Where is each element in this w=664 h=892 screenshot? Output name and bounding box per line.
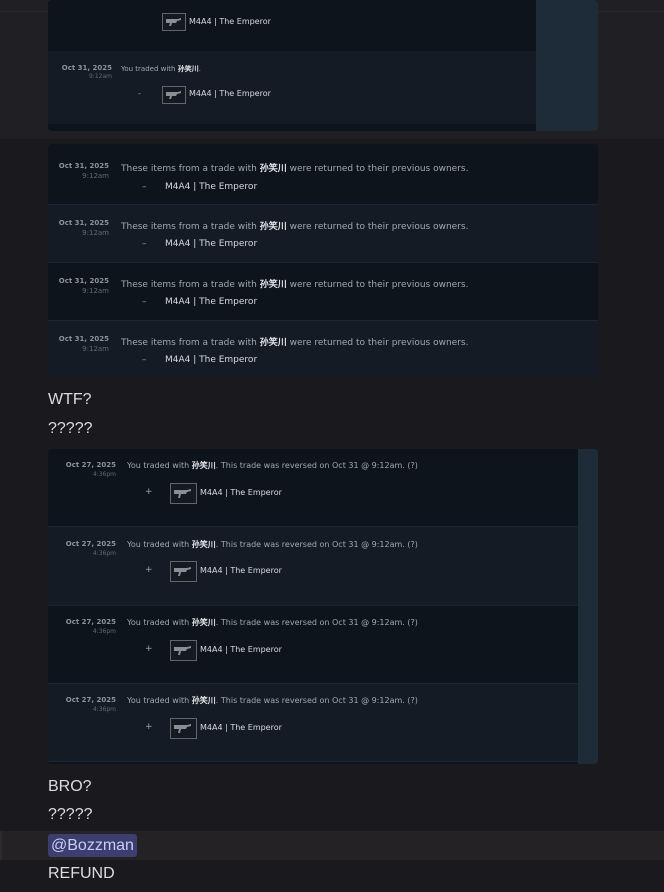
trade-time: 4:36pm <box>92 706 116 713</box>
chat-message: ????? <box>48 420 93 437</box>
chat-message: ????? <box>48 806 93 823</box>
user-mention[interactable]: @Bozzman <box>48 834 137 857</box>
trade-partner-name[interactable]: 孙笑川 <box>192 461 216 470</box>
chat-message: WTF? <box>48 391 92 408</box>
item-name[interactable]: M4A4 | The Emperor <box>200 566 282 575</box>
scrollbar-track[interactable] <box>578 449 598 764</box>
trade-sign: – <box>142 355 147 365</box>
item-name[interactable]: M4A4 | The Emperor <box>189 89 271 98</box>
trade-row: Oct 31, 2025 9:12am You traded with 孙笑川.… <box>48 51 536 125</box>
trade-sign: + <box>145 487 153 497</box>
trade-row: Oct 31, 2025 9:12am These items from a t… <box>48 147 598 205</box>
trade-sign: – <box>142 182 147 192</box>
trade-description: These items from a trade with 孙笑川 were r… <box>121 338 469 348</box>
mention-highlight-bar <box>0 831 2 860</box>
item-name[interactable]: M4A4 | The Emperor <box>165 239 257 249</box>
chat-message: REFUND <box>48 865 115 882</box>
trade-time: 9:12am <box>82 287 109 295</box>
trade-partner-name[interactable]: 孙笑川 <box>192 696 216 705</box>
item-name[interactable]: M4A4 | The Emperor <box>165 297 257 307</box>
rifle-thumbnail-icon <box>170 483 197 504</box>
trade-date: Oct 31, 2025 <box>61 64 112 72</box>
item-name[interactable]: M4A4 | The Emperor <box>189 17 271 26</box>
trade-date: Oct 31, 2025 <box>58 277 109 285</box>
trade-date: Oct 31, 2025 <box>58 162 109 170</box>
trade-row: Oct 31, 2025 9:12am These items from a t… <box>48 205 598 263</box>
trade-time: 4:36pm <box>92 628 116 635</box>
trade-sign: + <box>145 722 153 732</box>
trade-time: 4:36pm <box>92 550 116 557</box>
trade-history-screenshot-2: Oct 31, 2025 9:12am These items from a t… <box>48 144 598 378</box>
trade-date: Oct 27, 2025 <box>65 618 116 626</box>
trade-date: Oct 27, 2025 <box>65 696 116 704</box>
trade-time: 4:36pm <box>92 471 116 478</box>
item-name[interactable]: M4A4 | The Emperor <box>200 645 282 654</box>
trade-sign: - <box>138 89 141 98</box>
trade-partner-name[interactable]: 孙笑川 <box>192 540 216 549</box>
trade-history-screenshot-3: Oct 27, 2025 4:36pm You traded with 孙笑川.… <box>48 449 598 764</box>
trade-date: Oct 27, 2025 <box>65 461 116 469</box>
trade-row-bottom <box>48 124 536 131</box>
item-name[interactable]: M4A4 | The Emperor <box>200 488 282 497</box>
trade-description: These items from a trade with 孙笑川 were r… <box>121 280 469 290</box>
rifle-thumbnail-icon <box>170 640 197 661</box>
trade-sign: – <box>142 239 147 249</box>
trade-row: Oct 27, 2025 4:36pm You traded with 孙笑川.… <box>48 684 578 762</box>
item-name[interactable]: M4A4 | The Emperor <box>165 182 257 192</box>
trade-sign: + <box>145 565 153 575</box>
trade-date: Oct 31, 2025 <box>58 219 109 227</box>
trade-row: M4A4 | The Emperor <box>48 0 536 51</box>
trade-partner-name[interactable]: 孙笑川 <box>260 338 287 348</box>
trade-time: 9:12am <box>82 229 109 237</box>
trade-time: 9:12am <box>82 172 109 180</box>
trade-description: You traded with 孙笑川. This trade was reve… <box>127 461 418 470</box>
trade-description: You traded with 孙笑川. This trade was reve… <box>127 540 418 549</box>
trade-row: Oct 27, 2025 4:36pm You traded with 孙笑川.… <box>48 449 578 527</box>
rifle-thumbnail-icon <box>170 561 197 582</box>
trade-row: Oct 27, 2025 4:36pm You traded with 孙笑川.… <box>48 606 578 684</box>
trade-description: You traded with 孙笑川. This trade was reve… <box>127 618 418 627</box>
trade-description: You traded with 孙笑川. <box>121 65 201 73</box>
rifle-thumbnail-icon <box>170 718 197 739</box>
trade-partner-name[interactable]: 孙笑川 <box>260 222 287 232</box>
trade-date: Oct 31, 2025 <box>58 335 109 343</box>
item-name[interactable]: M4A4 | The Emperor <box>200 723 282 732</box>
trade-row: Oct 31, 2025 9:12am These items from a t… <box>48 263 598 321</box>
scrollbar-track[interactable] <box>536 0 598 131</box>
trade-row: Oct 27, 2025 4:36pm You traded with 孙笑川.… <box>48 527 578 606</box>
trade-partner-name[interactable]: 孙笑川 <box>260 280 287 290</box>
trade-description: You traded with 孙笑川. This trade was reve… <box>127 696 418 705</box>
trade-history-screenshot-1: M4A4 | The Emperor Oct 31, 2025 9:12am Y… <box>48 0 598 131</box>
chat-message: BRO? <box>48 778 92 795</box>
trade-description: These items from a trade with 孙笑川 were r… <box>121 164 469 174</box>
item-name[interactable]: M4A4 | The Emperor <box>165 355 257 365</box>
trade-partner-name[interactable]: 孙笑川 <box>260 164 287 174</box>
trade-description: These items from a trade with 孙笑川 were r… <box>121 222 469 232</box>
trade-sign: + <box>145 644 153 654</box>
trade-row: Oct 31, 2025 9:12am These items from a t… <box>48 321 598 378</box>
rifle-thumbnail-icon <box>162 13 186 31</box>
rifle-thumbnail-icon <box>162 86 186 104</box>
trade-date: Oct 27, 2025 <box>65 540 116 548</box>
trade-partner-name[interactable]: 孙笑川 <box>178 65 199 73</box>
trade-sign: – <box>142 297 147 307</box>
trade-partner-name[interactable]: 孙笑川 <box>192 618 216 627</box>
trade-time: 9:12am <box>89 73 112 80</box>
trade-time: 9:12am <box>82 345 109 353</box>
